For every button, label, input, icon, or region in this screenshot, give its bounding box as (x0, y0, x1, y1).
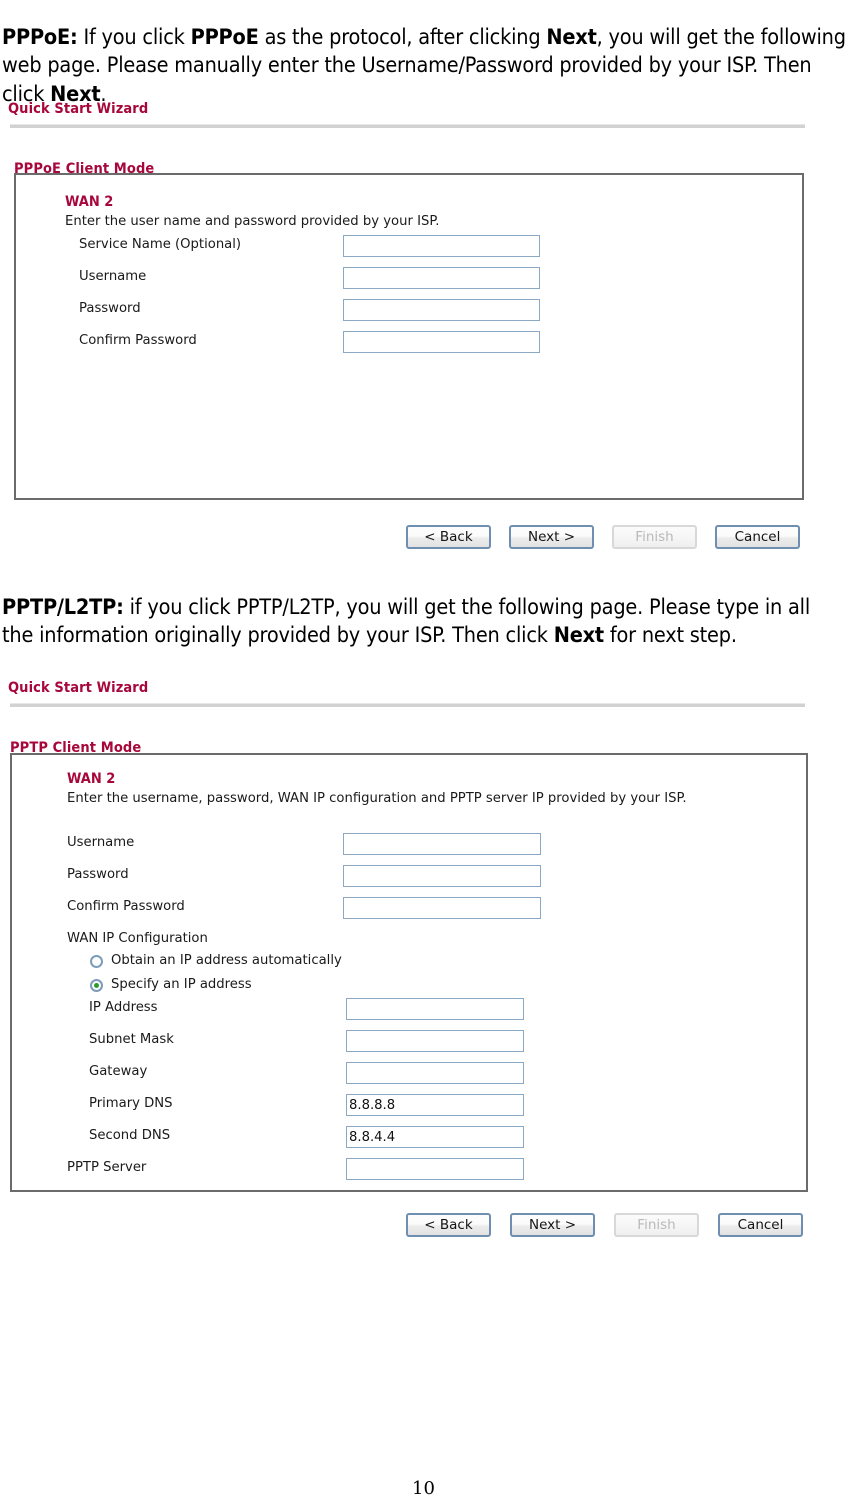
pptp-cancel-button[interactable]: Cancel (718, 1213, 803, 1237)
second-dns-input[interactable] (346, 1126, 524, 1148)
form-row-second-dns: Second DNS (12, 1126, 782, 1148)
primary-dns-label: Primary DNS (89, 1096, 173, 1111)
pptp-wan-label: WAN 2 (67, 771, 116, 787)
pppoe-wan-label: WAN 2 (65, 194, 114, 210)
form-row-service-name: Service Name (Optional) (16, 235, 776, 257)
second-dns-label: Second DNS (89, 1128, 171, 1143)
pptp-server-input[interactable] (346, 1158, 524, 1180)
pptp-password-input[interactable] (343, 865, 541, 887)
username-input[interactable] (343, 267, 540, 289)
page-number: 10 (412, 1478, 435, 1499)
pptp-quick-start-wizard-title: Quick Start Wizard (8, 680, 149, 696)
pppoe-hint-text: Enter the user name and password provide… (65, 214, 440, 229)
pptp-password-label: Password (67, 867, 129, 882)
radio-obtain-ip-automatically-icon[interactable] (90, 955, 103, 968)
wan-ip-configuration-label: WAN IP Configuration (67, 931, 208, 946)
password-label: Password (79, 301, 141, 316)
form-row-pptp-server: PPTP Server (12, 1158, 782, 1180)
pptp-username-input[interactable] (343, 833, 541, 855)
pptp-confirm-password-label: Confirm Password (67, 899, 185, 914)
pptp-description-paragraph: PPTP/L2TP: if you click PPTP/L2TP, you w… (2, 594, 811, 649)
ip-address-input[interactable] (346, 998, 524, 1020)
pptp-hint-text: Enter the username, password, WAN IP con… (67, 791, 687, 806)
primary-dns-input[interactable] (346, 1094, 524, 1116)
subnet-mask-label: Subnet Mask (89, 1032, 174, 1047)
pptp-back-button[interactable]: < Back (406, 1213, 491, 1237)
pptp-header-divider (10, 703, 805, 707)
radio-specify-ip-address-label: Specify an IP address (111, 977, 252, 992)
pppoe-finish-button: Finish (612, 525, 697, 549)
form-row-primary-dns: Primary DNS (12, 1094, 782, 1116)
form-row-pptp-username: Username (12, 833, 782, 855)
pptp-username-label: Username (67, 835, 135, 850)
radio-specify-ip-address[interactable]: Specify an IP address (90, 976, 490, 996)
confirm-password-label: Confirm Password (79, 333, 197, 348)
form-row-password: Password (16, 299, 776, 321)
pppoe-quick-start-wizard-title: Quick Start Wizard (8, 101, 149, 117)
form-row-confirm-password: Confirm Password (16, 331, 776, 353)
form-row-pptp-password: Password (12, 865, 782, 887)
service-name-label: Service Name (Optional) (79, 237, 242, 252)
form-row-username: Username (16, 267, 776, 289)
pppoe-back-button[interactable]: < Back (406, 525, 491, 549)
pppoe-next-button[interactable]: Next > (509, 525, 594, 549)
pptp-confirm-password-input[interactable] (343, 897, 541, 919)
pptp-server-label: PPTP Server (67, 1160, 147, 1175)
radio-obtain-ip-automatically-label: Obtain an IP address automatically (111, 953, 342, 968)
subnet-mask-input[interactable] (346, 1030, 524, 1052)
pptp-settings-panel: WAN 2 Enter the username, password, WAN … (10, 753, 808, 1192)
ip-address-label: IP Address (89, 1000, 158, 1015)
gateway-label: Gateway (89, 1064, 148, 1079)
form-row-subnet-mask: Subnet Mask (12, 1030, 782, 1052)
username-label: Username (79, 269, 147, 284)
pptp-finish-button: Finish (614, 1213, 699, 1237)
confirm-password-input[interactable] (343, 331, 540, 353)
pppoe-cancel-button[interactable]: Cancel (715, 525, 800, 549)
radio-obtain-ip-automatically[interactable]: Obtain an IP address automatically (90, 952, 490, 972)
pppoe-description-paragraph: PPPoE: If you click PPPoE as the protoco… (2, 24, 846, 107)
password-input[interactable] (343, 299, 540, 321)
form-row-gateway: Gateway (12, 1062, 782, 1084)
gateway-input[interactable] (346, 1062, 524, 1084)
radio-specify-ip-address-icon[interactable] (90, 979, 103, 992)
pppoe-settings-panel: WAN 2 Enter the user name and password p… (14, 173, 804, 500)
pppoe-header-divider (10, 124, 805, 128)
form-row-pptp-confirm-password: Confirm Password (12, 897, 782, 919)
pptp-next-button[interactable]: Next > (510, 1213, 595, 1237)
form-row-ip-address: IP Address (12, 998, 782, 1020)
service-name-input[interactable] (343, 235, 540, 257)
